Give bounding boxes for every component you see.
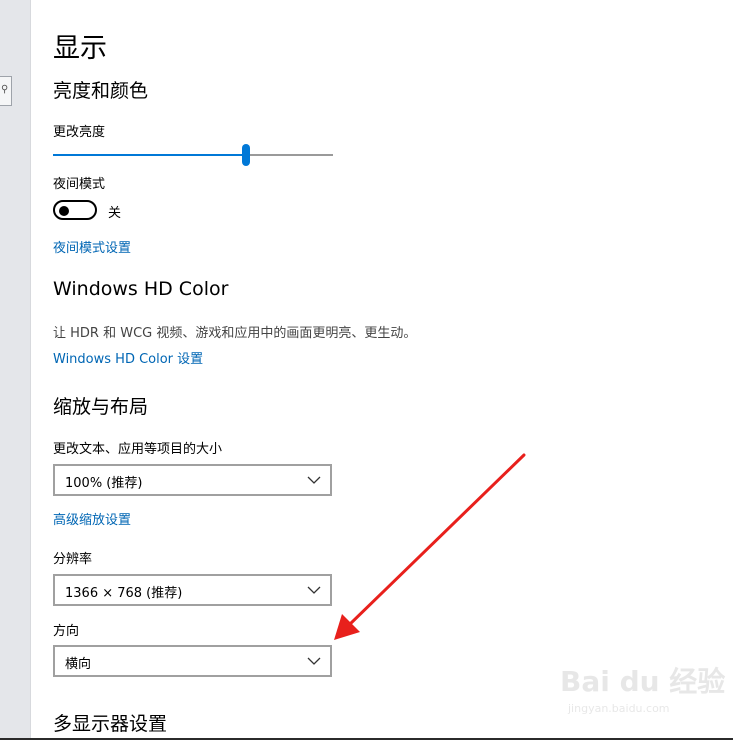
watermark-logo: Bai du 经验 jingyan.baidu.com <box>560 660 726 715</box>
section-heading-multi-display: 多显示器设置 <box>53 713 168 735</box>
resolution-dropdown[interactable]: 1366 × 768 (推荐) <box>53 574 332 606</box>
settings-sidebar: ⚲ <box>0 0 31 740</box>
night-mode-label: 夜间模式 <box>53 177 106 192</box>
night-mode-settings-link[interactable]: 夜间模式设置 <box>53 237 131 256</box>
hdr-settings-link[interactable]: Windows HD Color 设置 <box>53 348 203 367</box>
size-value: 100% (推荐) <box>65 476 143 491</box>
size-label: 更改文本、应用等项目的大小 <box>53 442 223 457</box>
annotation-arrow <box>334 453 526 640</box>
resolution-label: 分辨率 <box>53 552 93 567</box>
section-heading-scale: 缩放与布局 <box>53 396 149 418</box>
size-dropdown[interactable]: 100% (推荐) <box>53 464 332 496</box>
search-icon[interactable]: ⚲ <box>0 76 12 106</box>
slider-thumb[interactable] <box>242 144 251 166</box>
page-title: 显示 <box>53 33 107 64</box>
hdr-description: 让 HDR 和 WCG 视频、游戏和应用中的画面更明亮、更生动。 <box>53 326 417 341</box>
section-heading-brightness: 亮度和颜色 <box>53 80 149 102</box>
chevron-down-icon <box>307 586 321 594</box>
section-heading-hdr: Windows HD Color <box>53 278 229 300</box>
orientation-label: 方向 <box>53 624 80 639</box>
advanced-scaling-link[interactable]: 高级缩放设置 <box>53 509 131 528</box>
orientation-dropdown[interactable]: 横向 <box>53 645 332 677</box>
night-mode-toggle[interactable] <box>53 200 97 220</box>
resolution-value: 1366 × 768 (推荐) <box>65 586 183 601</box>
brightness-label: 更改亮度 <box>53 125 106 140</box>
chevron-down-icon <box>307 476 321 484</box>
chevron-down-icon <box>307 657 321 665</box>
watermark-brand: Bai du 经验 <box>560 665 726 698</box>
watermark-url: jingyan.baidu.com <box>568 702 670 715</box>
slider-fill <box>53 154 247 156</box>
toggle-knob <box>59 206 69 216</box>
brightness-slider[interactable] <box>53 144 333 166</box>
orientation-value: 横向 <box>65 657 92 672</box>
night-mode-state: 关 <box>108 206 122 221</box>
